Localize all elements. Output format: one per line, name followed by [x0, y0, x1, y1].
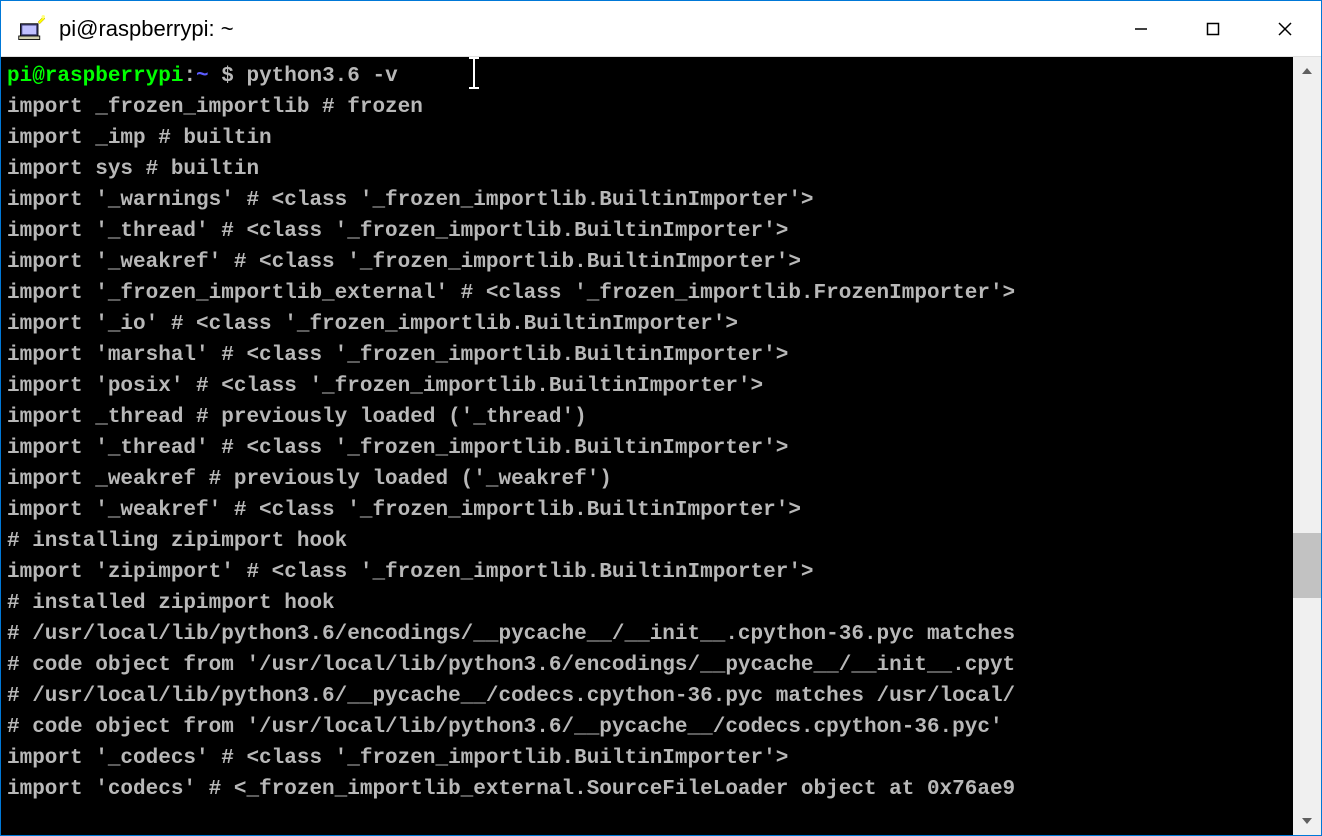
- maximize-button[interactable]: [1177, 1, 1249, 56]
- terminal-line: import '_warnings' # <class '_frozen_imp…: [7, 189, 814, 212]
- terminal-line: import '_codecs' # <class '_frozen_impor…: [7, 747, 788, 770]
- terminal-line: # installed zipimport hook: [7, 592, 335, 615]
- terminal-line: import 'zipimport' # <class '_frozen_imp…: [7, 561, 814, 584]
- terminal-line: import '_thread' # <class '_frozen_impor…: [7, 437, 788, 460]
- terminal[interactable]: pi@raspberrypi:~ $ python3.6 -v import _…: [1, 57, 1293, 835]
- prompt-separator: :: [183, 65, 196, 88]
- terminal-line: import '_io' # <class '_frozen_importlib…: [7, 313, 738, 336]
- prompt-path: ~: [196, 65, 209, 88]
- terminal-line: import 'posix' # <class '_frozen_importl…: [7, 375, 763, 398]
- window-title: pi@raspberrypi: ~: [59, 16, 1105, 42]
- text-cursor-icon: [473, 57, 475, 89]
- terminal-line: import _imp # builtin: [7, 127, 272, 150]
- terminal-line: import _frozen_importlib # frozen: [7, 96, 423, 119]
- scrollbar-up-button[interactable]: [1293, 57, 1321, 85]
- terminal-line: # code object from '/usr/local/lib/pytho…: [7, 716, 1003, 739]
- scrollbar[interactable]: [1293, 57, 1321, 835]
- scrollbar-track[interactable]: [1293, 85, 1321, 807]
- command-text: python3.6 -v: [246, 65, 397, 88]
- terminal-line: import _weakref # previously loaded ('_w…: [7, 468, 612, 491]
- terminal-line: # /usr/local/lib/python3.6/encodings/__p…: [7, 623, 1015, 646]
- terminal-line: import 'codecs' # <_frozen_importlib_ext…: [7, 778, 1015, 801]
- minimize-button[interactable]: [1105, 1, 1177, 56]
- prompt-user-host: pi@raspberrypi: [7, 65, 183, 88]
- terminal-line: import '_frozen_importlib_external' # <c…: [7, 282, 1015, 305]
- scrollbar-down-button[interactable]: [1293, 807, 1321, 835]
- putty-icon: [17, 15, 45, 43]
- terminal-container: pi@raspberrypi:~ $ python3.6 -v import _…: [1, 57, 1321, 835]
- terminal-line: # installing zipimport hook: [7, 530, 347, 553]
- titlebar[interactable]: pi@raspberrypi: ~: [1, 1, 1321, 57]
- window-controls: [1105, 1, 1321, 56]
- terminal-line: import 'marshal' # <class '_frozen_impor…: [7, 344, 788, 367]
- terminal-line: import '_weakref' # <class '_frozen_impo…: [7, 499, 801, 522]
- close-button[interactable]: [1249, 1, 1321, 56]
- terminal-line: # /usr/local/lib/python3.6/__pycache__/c…: [7, 685, 1015, 708]
- terminal-line: # code object from '/usr/local/lib/pytho…: [7, 654, 1015, 677]
- terminal-line: import '_thread' # <class '_frozen_impor…: [7, 220, 788, 243]
- prompt-dollar: $: [209, 65, 247, 88]
- scrollbar-thumb[interactable]: [1293, 533, 1321, 598]
- terminal-line: import sys # builtin: [7, 158, 259, 181]
- terminal-line: import _thread # previously loaded ('_th…: [7, 406, 587, 429]
- terminal-line: import '_weakref' # <class '_frozen_impo…: [7, 251, 801, 274]
- window: pi@raspberrypi: ~ pi@raspberrypi:~ $ pyt…: [0, 0, 1322, 836]
